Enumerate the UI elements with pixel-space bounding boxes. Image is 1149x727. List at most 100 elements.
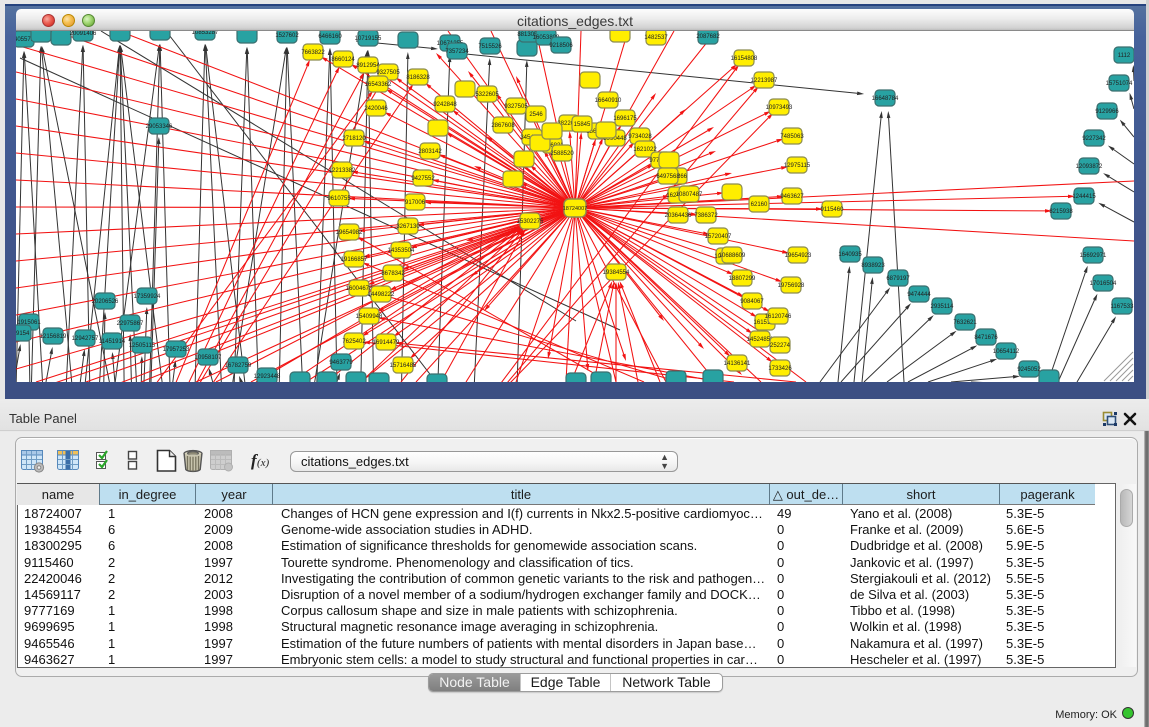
- svg-text:8186328: 8186328: [406, 75, 430, 81]
- svg-text:10688609: 10688609: [719, 253, 746, 259]
- svg-text:9227342: 9227342: [1082, 136, 1106, 142]
- svg-text:15692971: 15692971: [1080, 253, 1107, 259]
- svg-text:1527602: 1527602: [275, 33, 299, 39]
- svg-text:1733426: 1733426: [768, 366, 792, 372]
- svg-text:5322605: 5322605: [475, 92, 499, 98]
- svg-text:15409948: 15409948: [356, 314, 383, 320]
- svg-text:2718120: 2718120: [342, 136, 366, 142]
- svg-text:20364436: 20364436: [665, 213, 692, 219]
- svg-text:15751074: 15751074: [1106, 81, 1133, 87]
- svg-text:12942757: 12942757: [72, 336, 99, 342]
- svg-text:9218506: 9218506: [549, 43, 573, 49]
- svg-text:3267130: 3267130: [396, 224, 420, 230]
- svg-text:2546: 2546: [529, 112, 543, 118]
- svg-text:17957253: 17957253: [163, 347, 190, 353]
- svg-text:1482537: 1482537: [644, 35, 668, 41]
- svg-text:11451914: 11451914: [99, 339, 126, 345]
- svg-text:7625402: 7625402: [342, 339, 366, 345]
- svg-text:9734028: 9734028: [628, 134, 652, 140]
- svg-text:12923448: 12923448: [254, 374, 281, 380]
- svg-text:12505115: 12505115: [129, 343, 156, 349]
- svg-text:8938923: 8938923: [861, 263, 885, 269]
- svg-text:19756928: 19756928: [778, 283, 805, 289]
- svg-text:8660124: 8660124: [331, 57, 355, 63]
- svg-text:14136141: 14136141: [724, 361, 751, 367]
- svg-text:6879197: 6879197: [886, 276, 910, 282]
- svg-text:8471676: 8471676: [974, 335, 998, 341]
- svg-text:16782759: 16782759: [225, 363, 252, 369]
- svg-text:1167533: 1167533: [1111, 304, 1134, 310]
- svg-text:62160: 62160: [751, 202, 768, 208]
- svg-text:9245052: 9245052: [1017, 367, 1041, 373]
- svg-text:15720407: 15720407: [705, 234, 732, 240]
- svg-text:6497568: 6497568: [656, 174, 680, 180]
- svg-text:9242848: 9242848: [433, 102, 457, 108]
- svg-text:29053346: 29053346: [146, 124, 173, 130]
- svg-text:7485063: 7485063: [780, 134, 804, 140]
- svg-text:19654982: 19654982: [336, 230, 363, 236]
- svg-text:9610755: 9610755: [327, 196, 351, 202]
- svg-text:7386372: 7386372: [694, 213, 718, 219]
- svg-text:8215938: 8215938: [1049, 209, 1073, 215]
- svg-text:9463779: 9463779: [329, 360, 353, 366]
- svg-text:10958107: 10958107: [195, 355, 222, 361]
- svg-text:16640910: 16640910: [595, 98, 622, 104]
- svg-text:19654923: 19654923: [785, 253, 812, 259]
- svg-text:9084067: 9084067: [740, 299, 764, 305]
- svg-text:(x): (x): [257, 457, 270, 469]
- svg-text:1112: 1112: [1118, 53, 1131, 59]
- svg-text:15845: 15845: [574, 122, 591, 128]
- svg-text:16120746: 16120746: [765, 314, 792, 320]
- svg-text:10719155: 10719155: [355, 36, 382, 42]
- svg-text:12213987: 12213987: [751, 78, 778, 84]
- svg-text:10853287: 10853287: [192, 31, 219, 36]
- svg-text:18724007: 18724007: [563, 206, 587, 212]
- svg-text:2420046: 2420046: [364, 106, 388, 112]
- svg-text:22975867: 22975867: [117, 321, 144, 327]
- svg-text:7357234: 7357234: [445, 49, 469, 55]
- svg-text:9327505: 9327505: [504, 104, 528, 110]
- svg-text:2935114: 2935114: [931, 304, 955, 310]
- svg-text:39154: 39154: [16, 331, 30, 337]
- svg-text:7632621: 7632621: [953, 320, 977, 326]
- svg-text:9327505: 9327505: [376, 70, 400, 76]
- svg-text:9427552: 9427552: [411, 176, 435, 182]
- svg-text:14353504: 14353504: [388, 248, 415, 254]
- svg-text:19166857: 19166857: [341, 257, 368, 263]
- svg-text:19384554: 19384554: [603, 270, 630, 276]
- svg-text:16648784: 16648784: [872, 96, 899, 102]
- svg-text:7515526: 7515526: [478, 44, 502, 50]
- svg-text:17359924: 17359924: [134, 294, 161, 300]
- svg-text:14498222: 14498222: [368, 292, 395, 298]
- svg-text:15716485: 15716485: [390, 363, 417, 369]
- svg-text:2588520: 2588520: [550, 151, 574, 157]
- svg-text:10654112: 10654112: [993, 349, 1020, 355]
- svg-text:1244415: 1244415: [1072, 194, 1096, 200]
- svg-text:18807299: 18807299: [729, 276, 756, 282]
- svg-text:20091406: 20091406: [70, 31, 97, 37]
- svg-text:16154808: 16154808: [731, 56, 758, 62]
- svg-text:7663822: 7663822: [301, 50, 325, 56]
- svg-text:8912954: 8912954: [356, 63, 380, 69]
- svg-text:1640935: 1640935: [838, 252, 862, 258]
- svg-text:9474444: 9474444: [907, 292, 931, 298]
- svg-text:20206526: 20206526: [92, 299, 119, 305]
- svg-text:15302275: 15302275: [517, 219, 544, 225]
- svg-text:2087682: 2087682: [696, 34, 720, 40]
- svg-text:9115460: 9115460: [821, 207, 845, 213]
- svg-text:17016504: 17016504: [1090, 281, 1117, 287]
- svg-text:9463627: 9463627: [780, 194, 804, 200]
- svg-text:8678342: 8678342: [381, 271, 405, 277]
- svg-text:12213382: 12213382: [329, 168, 356, 174]
- svg-text:10807487: 10807487: [676, 192, 703, 198]
- svg-text:1696175: 1696175: [613, 116, 637, 122]
- svg-text:6466160: 6466160: [318, 34, 342, 40]
- svg-text:2867608: 2867608: [491, 123, 515, 129]
- svg-text:252274: 252274: [770, 343, 791, 349]
- svg-text:12156819: 12156819: [40, 334, 67, 340]
- svg-text:9129966: 9129966: [1095, 109, 1119, 115]
- svg-text:16543362: 16543362: [365, 82, 392, 88]
- svg-text:16914479: 16914479: [373, 340, 400, 346]
- svg-text:917006: 917006: [405, 200, 426, 206]
- svg-text:10973493: 10973493: [766, 105, 793, 111]
